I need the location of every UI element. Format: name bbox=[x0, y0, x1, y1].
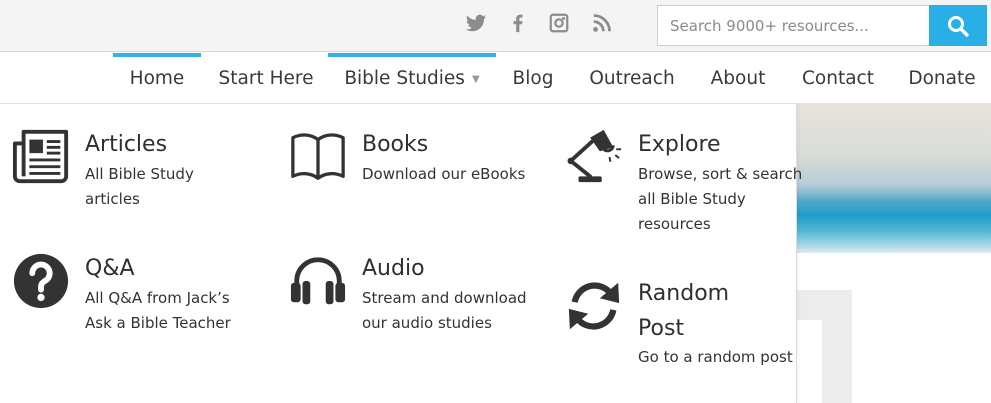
menu-item-desc: Download our eBooks bbox=[362, 165, 526, 183]
nav-home[interactable]: Home bbox=[113, 53, 201, 103]
menu-item-desc: Stream and download our audio studies bbox=[362, 289, 527, 332]
menu-item-explore[interactable]: Explore Browse, sort & search all Bible … bbox=[564, 127, 804, 247]
question-icon bbox=[11, 251, 71, 311]
menu-item-random-post[interactable]: Random Post Go to a random post bbox=[564, 276, 804, 396]
nav-donate[interactable]: Donate bbox=[902, 53, 982, 103]
hero-image bbox=[797, 103, 991, 253]
top-bar bbox=[0, 0, 991, 52]
menu-item-title: Audio bbox=[362, 256, 425, 281]
hero-image-band bbox=[797, 184, 991, 224]
menu-item-audio[interactable]: Audio Stream and download our audio stud… bbox=[288, 251, 528, 371]
caret-down-icon: ▼ bbox=[471, 73, 480, 85]
nav-bible-studies[interactable]: Bible Studies ▼ bbox=[328, 53, 496, 103]
search-icon bbox=[948, 15, 969, 37]
search-input[interactable] bbox=[657, 5, 930, 46]
nav-contact[interactable]: Contact bbox=[796, 53, 880, 103]
rss-icon[interactable] bbox=[589, 10, 615, 36]
menu-item-desc: All Bible Study articles bbox=[85, 165, 194, 208]
book-icon bbox=[288, 127, 348, 187]
refresh-icon bbox=[564, 276, 624, 336]
newspaper-icon bbox=[11, 127, 71, 187]
menu-item-desc: Go to a random post bbox=[638, 348, 793, 366]
instagram-icon[interactable] bbox=[546, 10, 572, 36]
menu-item-qa[interactable]: Q&A All Q&A from Jack’s Ask a Bible Teac… bbox=[11, 251, 251, 371]
menu-item-articles[interactable]: Articles All Bible Study articles bbox=[11, 127, 251, 247]
desk-lamp-icon bbox=[564, 127, 624, 187]
twitter-icon[interactable] bbox=[463, 10, 489, 36]
headphones-icon bbox=[288, 251, 348, 311]
search-button[interactable] bbox=[929, 5, 987, 46]
facebook-icon[interactable] bbox=[505, 10, 531, 36]
nav-start-here[interactable]: Start Here bbox=[214, 53, 318, 103]
nav-blog[interactable]: Blog bbox=[505, 53, 561, 103]
menu-item-title: Q&A bbox=[85, 256, 135, 281]
menu-item-title: Random Post bbox=[638, 281, 730, 341]
menu-item-title: Articles bbox=[85, 132, 168, 157]
menu-item-title: Explore bbox=[638, 132, 721, 157]
nav-outreach[interactable]: Outreach bbox=[584, 53, 680, 103]
menu-item-desc: All Q&A from Jack’s Ask a Bible Teacher bbox=[85, 289, 231, 332]
bible-studies-dropdown: Articles All Bible Study articles Books … bbox=[0, 103, 802, 403]
main-nav: Home Start Here Bible Studies ▼ Blog Out… bbox=[0, 53, 991, 103]
menu-item-title: Books bbox=[362, 132, 429, 157]
nav-about[interactable]: About bbox=[703, 53, 773, 103]
menu-item-desc: Browse, sort & search all Bible Study re… bbox=[638, 165, 803, 233]
menu-item-books[interactable]: Books Download our eBooks bbox=[288, 127, 528, 247]
